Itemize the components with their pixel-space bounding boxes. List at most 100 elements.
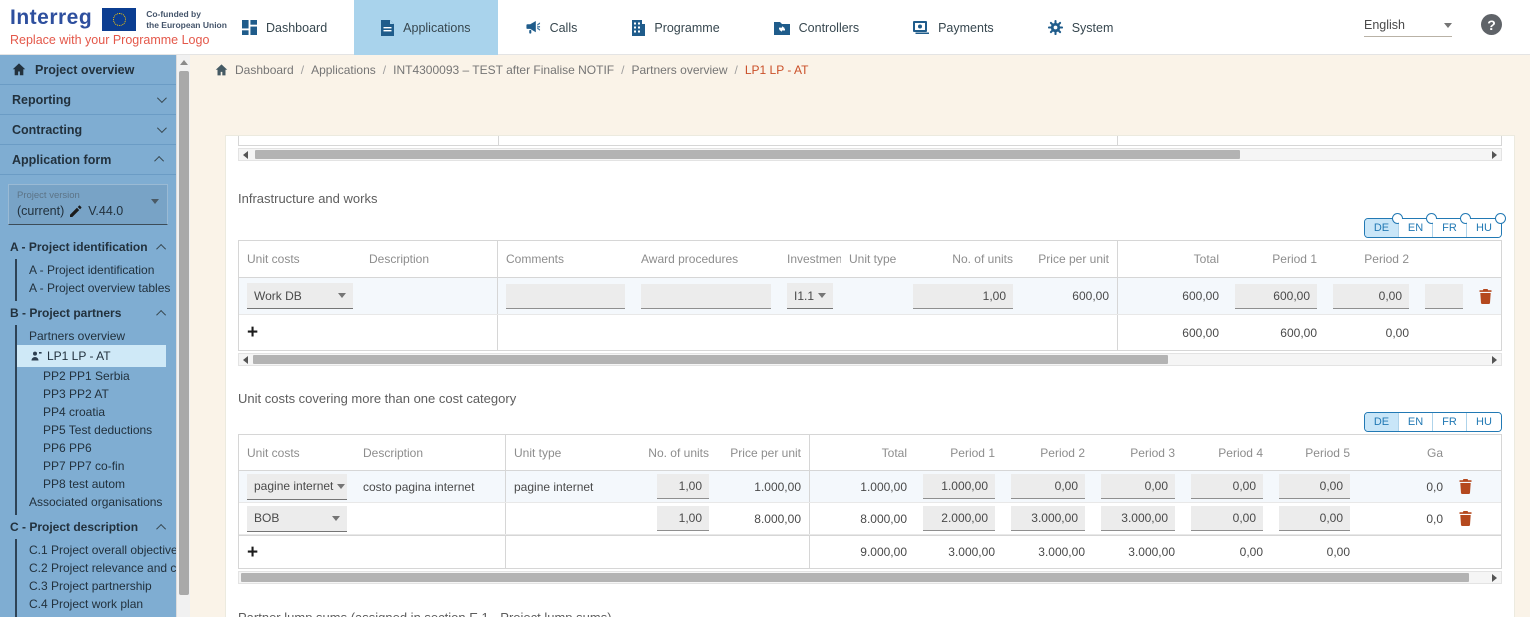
lang-tab-en[interactable]: EN [1399, 219, 1433, 237]
multicategory-totals-row: + 9.000,00 3.000,00 3.000,00 3.000,00 0,… [239, 535, 1501, 568]
sidebar-section-b[interactable]: B - Project partners [10, 301, 166, 325]
sidebar-section-a[interactable]: A - Project identification [10, 235, 166, 259]
infrastructure-table: Unit costs Description Comments Award pr… [238, 240, 1502, 351]
project-version-select[interactable]: Project version (current) V.44.0 [8, 184, 168, 225]
breadcrumb-applications[interactable]: Applications [311, 63, 376, 77]
nav-controllers[interactable]: Controllers [747, 0, 886, 55]
home-icon[interactable] [215, 64, 228, 76]
nav-system[interactable]: System [1021, 0, 1141, 55]
eu-flag-icon [102, 8, 136, 31]
horizontal-scrollbar-infrastructure[interactable] [238, 353, 1502, 366]
sidebar-item-partner-pp6[interactable]: PP6 PP6 [17, 439, 166, 457]
no-of-units-input[interactable] [657, 506, 709, 531]
lang-tab-hu[interactable]: HU [1467, 219, 1501, 237]
scroll-left-arrow-icon[interactable] [239, 149, 252, 160]
scroll-up-arrow-icon[interactable] [177, 55, 191, 70]
sidebar-scrollbar-thumb[interactable] [179, 71, 189, 595]
scroll-right-arrow-icon[interactable] [1488, 572, 1501, 583]
nav-dashboard[interactable]: Dashboard [215, 0, 354, 55]
sidebar-item-c2[interactable]: C.2 Project relevance and context [17, 559, 166, 577]
sidebar-item-partner-pp4[interactable]: PP4 croatia [17, 403, 166, 421]
chevron-up-icon [156, 309, 166, 319]
sidebar-item-a-overview-tables[interactable]: A - Project overview tables [17, 279, 166, 297]
sidebar-item-contracting[interactable]: Contracting [0, 115, 176, 145]
sidebar-item-wp1[interactable]: WP1 [17, 613, 166, 617]
chevron-down-icon [337, 484, 345, 489]
sidebar-item-reporting[interactable]: Reporting [0, 85, 176, 115]
project-version-label: Project version [17, 190, 159, 201]
lang-tab-de[interactable]: DE [1365, 219, 1399, 237]
period1-input[interactable] [923, 506, 995, 531]
sidebar-item-c1[interactable]: C.1 Project overall objective [17, 541, 166, 559]
scrollbar-thumb[interactable] [241, 573, 1469, 582]
period3-input-clipped[interactable] [1425, 284, 1463, 309]
help-button[interactable]: ? [1481, 14, 1502, 35]
multicategory-title: Unit costs covering more than one cost c… [238, 391, 1502, 406]
breadcrumb-partners-overview[interactable]: Partners overview [631, 63, 727, 77]
period1-input[interactable] [1235, 284, 1317, 309]
sidebar-item-partner-pp5[interactable]: PP5 Test deductions [17, 421, 166, 439]
horizontal-scrollbar-multicategory[interactable] [238, 571, 1502, 584]
horizontal-scrollbar-top[interactable] [238, 148, 1502, 161]
award-procedures-input[interactable] [641, 284, 771, 309]
sidebar-item-a-identification[interactable]: A - Project identification [17, 261, 166, 279]
sidebar-item-application-form[interactable]: Application form [0, 145, 176, 175]
period3-input[interactable] [1101, 506, 1175, 531]
scroll-right-arrow-icon[interactable] [1488, 354, 1501, 365]
period3-input[interactable] [1101, 474, 1175, 499]
nav-calls[interactable]: Calls [498, 0, 605, 55]
breadcrumb-project[interactable]: INT4300093 – TEST after Finalise NOTIF [393, 63, 614, 77]
language-select[interactable]: English [1364, 18, 1452, 37]
delete-row-button[interactable] [1459, 511, 1472, 526]
lang-tab-en[interactable]: EN [1399, 413, 1433, 431]
scrollbar-thumb[interactable] [255, 150, 1240, 159]
sidebar: Project overview Reporting Contracting A… [0, 55, 176, 617]
investment-select[interactable]: I1.1 [787, 283, 833, 309]
unit-cost-select[interactable]: Work DB [247, 283, 353, 309]
sidebar-scrollbar[interactable] [176, 55, 190, 617]
unit-cost-select[interactable]: pagine internet [247, 474, 347, 500]
lang-tab-fr[interactable]: FR [1433, 413, 1467, 431]
period2-input[interactable] [1011, 474, 1085, 499]
delete-row-button[interactable] [1479, 289, 1492, 304]
period4-input[interactable] [1191, 474, 1263, 499]
sidebar-item-partner-pp7[interactable]: PP7 PP7 co-fin [17, 457, 166, 475]
sidebar-item-project-overview[interactable]: Project overview [0, 55, 176, 85]
scroll-left-arrow-icon[interactable] [239, 354, 252, 365]
sidebar-item-partner-pp8[interactable]: PP8 test autom [17, 475, 166, 493]
period2-input[interactable] [1011, 506, 1085, 531]
sidebar-item-c3[interactable]: C.3 Project partnership [17, 577, 166, 595]
lang-tab-hu[interactable]: HU [1467, 413, 1501, 431]
partner-icon [31, 351, 42, 362]
no-of-units-input[interactable] [657, 474, 709, 499]
scroll-right-arrow-icon[interactable] [1488, 149, 1501, 160]
sidebar-item-partner-pp3[interactable]: PP3 PP2 AT [17, 385, 166, 403]
add-row-button[interactable]: + [247, 323, 258, 342]
nav-applications[interactable]: Applications [354, 0, 497, 55]
sidebar-item-partner-pp2[interactable]: PP2 PP1 Serbia [17, 367, 166, 385]
delete-row-button[interactable] [1459, 479, 1472, 494]
no-of-units-input[interactable] [913, 284, 1013, 309]
chevron-down-icon [1444, 23, 1452, 28]
period1-input[interactable] [923, 474, 995, 499]
table-header-row: Unit costs Description Comments Award pr… [239, 241, 1501, 278]
lang-tab-de[interactable]: DE [1365, 413, 1399, 431]
period2-input[interactable] [1333, 284, 1409, 309]
lang-tab-fr[interactable]: FR [1433, 219, 1467, 237]
add-row-button[interactable]: + [247, 543, 258, 562]
unit-cost-select[interactable]: BOB [247, 506, 347, 532]
comments-input[interactable] [506, 284, 625, 309]
sidebar-item-associated-organisations[interactable]: Associated organisations [17, 493, 166, 511]
breadcrumb-dashboard[interactable]: Dashboard [235, 63, 294, 77]
infrastructure-add-row: + 600,00 600,00 0,00 [239, 315, 1501, 350]
sidebar-item-partner-lp1[interactable]: LP1 LP - AT [17, 345, 166, 367]
sidebar-item-partners-overview[interactable]: Partners overview [17, 327, 166, 345]
sidebar-item-c4[interactable]: C.4 Project work plan [17, 595, 166, 613]
period5-input[interactable] [1279, 506, 1350, 531]
scrollbar-thumb[interactable] [253, 355, 1168, 364]
nav-payments[interactable]: Payments [886, 0, 1021, 55]
nav-programme[interactable]: Programme [604, 0, 746, 55]
period5-input[interactable] [1279, 474, 1350, 499]
period4-input[interactable] [1191, 506, 1263, 531]
sidebar-section-c[interactable]: C - Project description [10, 515, 166, 539]
